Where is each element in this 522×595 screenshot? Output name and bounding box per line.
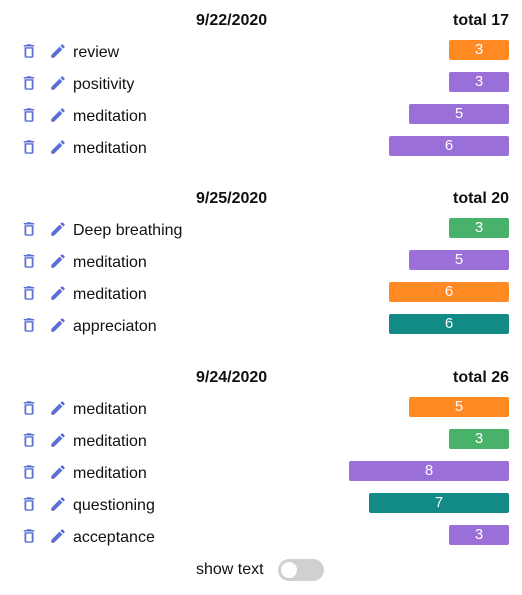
delete-icon[interactable] <box>20 431 38 449</box>
delete-icon[interactable] <box>20 106 38 124</box>
entry-label: review <box>73 44 120 61</box>
delete-icon[interactable] <box>20 284 38 302</box>
edit-icon[interactable] <box>49 495 67 513</box>
entry-row: acceptance 3 <box>0 521 522 553</box>
entry-value-bar: 8 <box>349 461 509 481</box>
entry-label: meditation <box>73 140 147 157</box>
edit-icon[interactable] <box>49 106 67 124</box>
edit-icon[interactable] <box>49 74 67 92</box>
entry-label: meditation <box>73 108 147 125</box>
group-date: 9/25/2020 <box>196 190 268 207</box>
entry-value-bar: 5 <box>409 250 509 270</box>
entry-row: Deep breathing 3 <box>0 214 522 246</box>
delete-icon[interactable] <box>20 252 38 270</box>
delete-icon[interactable] <box>20 74 38 92</box>
day-group: 9/25/2020 total 20 Deep breathing 3 medi… <box>0 190 522 342</box>
entry-row: appreciaton 6 <box>0 310 522 342</box>
edit-icon[interactable] <box>49 284 67 302</box>
entry-value-bar: 6 <box>389 314 509 334</box>
delete-icon[interactable] <box>20 316 38 334</box>
entry-value-bar: 3 <box>449 40 509 60</box>
entry-value-bar: 3 <box>449 429 509 449</box>
edit-icon[interactable] <box>49 138 67 156</box>
day-group-header: 9/25/2020 total 20 <box>0 190 522 214</box>
entry-value-bar: 5 <box>409 397 509 417</box>
entry-row: meditation 5 <box>0 246 522 278</box>
entry-row: meditation 5 <box>0 100 522 132</box>
group-date: 9/24/2020 <box>196 369 268 386</box>
group-total: total 20 <box>452 190 509 207</box>
edit-icon[interactable] <box>49 463 67 481</box>
entry-value-bar: 3 <box>449 525 509 545</box>
delete-icon[interactable] <box>20 42 38 60</box>
day-group-header: 9/22/2020 total 17 <box>0 12 522 36</box>
entry-value-bar: 3 <box>449 218 509 238</box>
edit-icon[interactable] <box>49 431 67 449</box>
entry-value-bar: 7 <box>369 493 509 513</box>
day-group: 9/22/2020 total 17 review 3 positivity 3… <box>0 12 522 164</box>
entry-row: meditation 8 <box>0 457 522 489</box>
day-group-header: 9/24/2020 total 26 <box>0 369 522 393</box>
entry-label: meditation <box>73 286 147 303</box>
entry-label: positivity <box>73 76 135 93</box>
entry-label: appreciaton <box>73 318 157 335</box>
delete-icon[interactable] <box>20 220 38 238</box>
entry-row: meditation 6 <box>0 278 522 310</box>
entry-value-bar: 5 <box>409 104 509 124</box>
entry-value-bar: 3 <box>449 72 509 92</box>
show-text-label: show text <box>196 561 264 578</box>
toggle-knob <box>281 562 297 578</box>
edit-icon[interactable] <box>49 220 67 238</box>
delete-icon[interactable] <box>20 399 38 417</box>
edit-icon[interactable] <box>49 316 67 334</box>
entry-label: meditation <box>73 433 147 450</box>
delete-icon[interactable] <box>20 463 38 481</box>
entry-row: meditation 3 <box>0 425 522 457</box>
entry-row: meditation 5 <box>0 393 522 425</box>
delete-icon[interactable] <box>20 495 38 513</box>
entry-label: meditation <box>73 465 147 482</box>
delete-icon[interactable] <box>20 138 38 156</box>
entry-label: meditation <box>73 254 147 271</box>
entry-row: review 3 <box>0 36 522 68</box>
entry-label: meditation <box>73 401 147 418</box>
show-text-toggle[interactable] <box>278 559 324 581</box>
entry-value-bar: 6 <box>389 282 509 302</box>
edit-icon[interactable] <box>49 252 67 270</box>
entry-row: positivity 3 <box>0 68 522 100</box>
edit-icon[interactable] <box>49 527 67 545</box>
entry-value-bar: 6 <box>389 136 509 156</box>
entry-label: questioning <box>73 497 155 514</box>
edit-icon[interactable] <box>49 399 67 417</box>
day-group: 9/24/2020 total 26 meditation 5 meditati… <box>0 369 522 553</box>
edit-icon[interactable] <box>49 42 67 60</box>
entry-label: acceptance <box>73 529 155 546</box>
group-date: 9/22/2020 <box>196 12 268 29</box>
group-total: total 26 <box>452 369 509 386</box>
entry-row: meditation 6 <box>0 132 522 164</box>
group-total: total 17 <box>452 12 509 29</box>
delete-icon[interactable] <box>20 527 38 545</box>
entry-row: questioning 7 <box>0 489 522 521</box>
entry-label: Deep breathing <box>73 222 183 239</box>
